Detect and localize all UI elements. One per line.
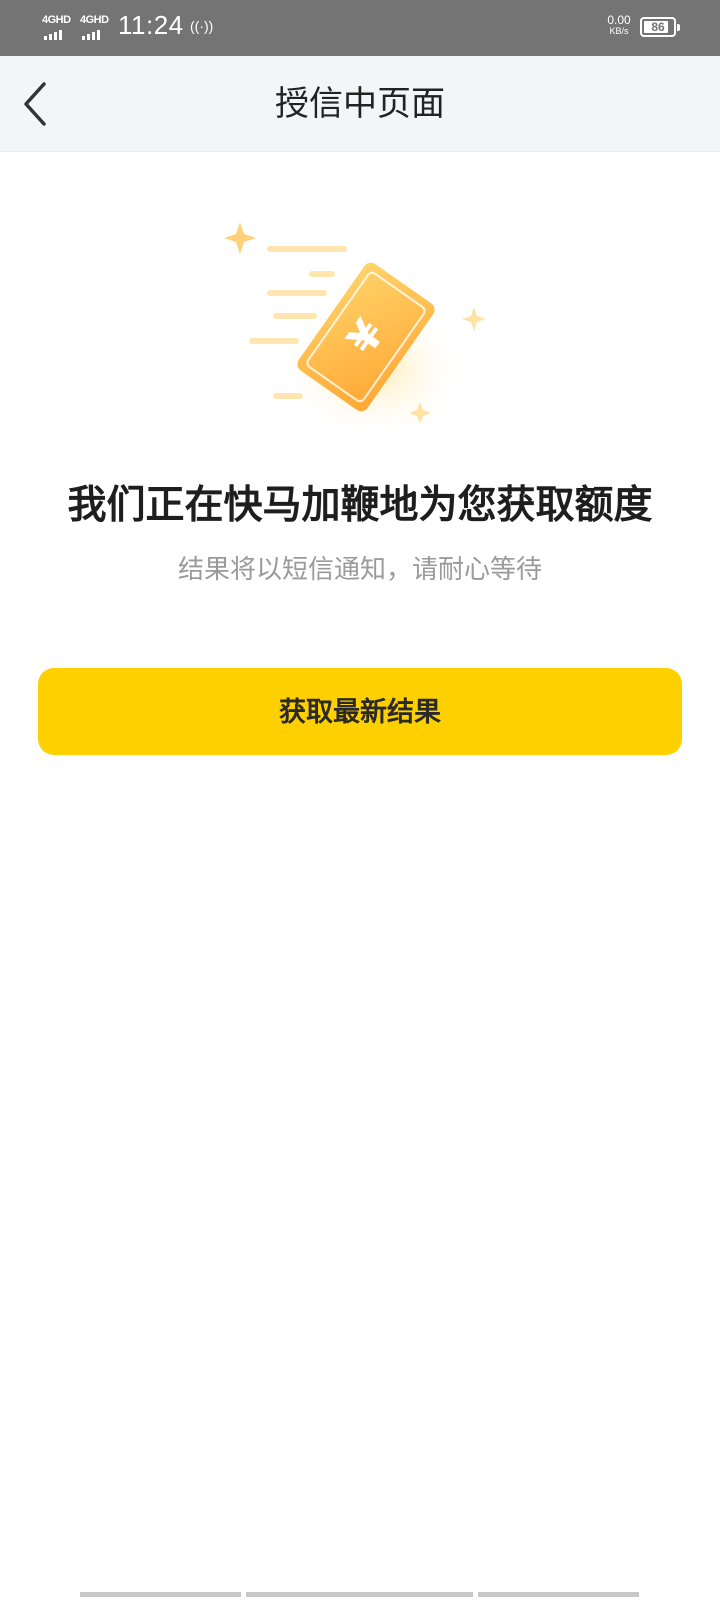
cellular-signal-1-icon: 4GHD <box>42 14 76 40</box>
status-time: 11:24 <box>118 10 184 40</box>
nav-bar: 授信中页面 <box>0 56 720 152</box>
cellular-signal-2-icon: 4GHD <box>80 14 114 40</box>
network-type-1: 4GHD <box>42 14 71 26</box>
network-speed-value: 0.00 <box>607 13 631 27</box>
network-type-2: 4GHD <box>80 14 109 26</box>
status-headline: 我们正在快马加鞭地为您获取额度 <box>67 483 653 528</box>
network-speed: 0.00 KB/s <box>602 13 636 36</box>
gesture-bar-segment <box>80 1592 241 1597</box>
chevron-left-icon <box>24 82 46 126</box>
sparkle-icon <box>224 222 256 254</box>
get-latest-result-button[interactable]: 获取最新结果 <box>38 668 682 755</box>
page-title: 授信中页面 <box>275 84 445 124</box>
status-subtext: 结果将以短信通知，请耐心等待 <box>177 555 542 585</box>
card-illustration: ¥ <box>224 222 486 440</box>
sparkle-icon <box>462 307 486 331</box>
hotspot-icon: ((·)) <box>190 18 214 34</box>
gesture-bar-segment <box>478 1592 639 1597</box>
network-speed-unit: KB/s <box>609 26 629 36</box>
status-bar: 4GHD 4GHD 11:24 ((·)) 0.00 KB/s 86 <box>0 0 720 56</box>
gesture-bar-segment <box>246 1592 473 1597</box>
battery-level: 86 <box>651 20 665 34</box>
back-button[interactable] <box>14 76 70 132</box>
battery-icon: 86 <box>640 17 680 37</box>
